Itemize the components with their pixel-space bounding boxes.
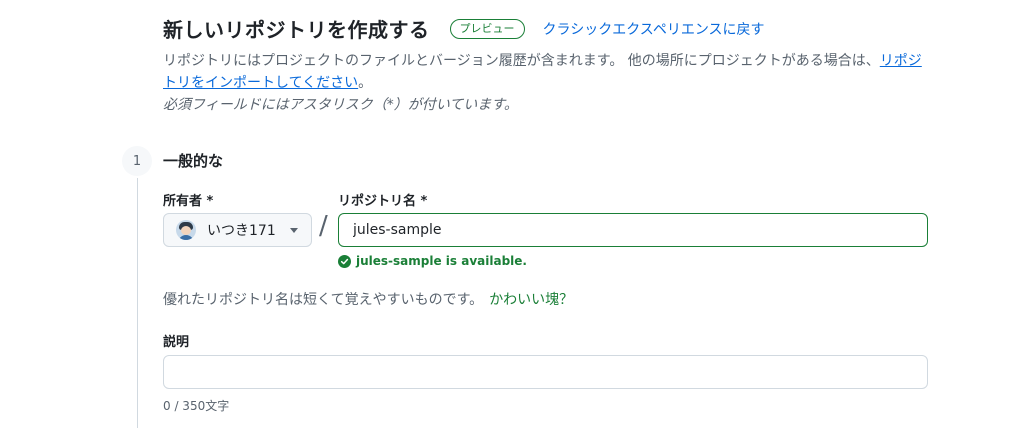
description-input[interactable]	[163, 355, 928, 389]
timeline-line	[137, 178, 138, 428]
owner-repo-separator: /	[319, 211, 328, 241]
required-fields-note: 必須フィールドにはアスタリスク（*）が付いています。	[163, 97, 518, 113]
avatar	[176, 220, 196, 240]
create-repository-page: 新しいリポジトリを作成する プレビュー クラシックエクスペリエンスに戻す リポジ…	[0, 0, 1024, 428]
intro-text-before: リポジトリにはプロジェクトのファイルとバージョン履歴が含まれます。 他の場所にプ…	[163, 53, 880, 69]
section-title: 一般的な	[163, 152, 224, 170]
hint-text: 優れたリポジトリ名は短くて覚えやすいものです。	[163, 292, 484, 308]
title-row: 新しいリポジトリを作成する プレビュー クラシックエクスペリエンスに戻す	[163, 14, 765, 43]
page-title: 新しいリポジトリを作成する	[163, 18, 430, 42]
repo-name-label: リポジトリ名 *	[338, 194, 428, 209]
caret-down-icon	[289, 227, 298, 233]
intro-text: リポジトリにはプロジェクトのファイルとバージョン履歴が含まれます。 他の場所にプ…	[163, 50, 923, 94]
owner-name: いつき171	[207, 223, 276, 239]
classic-experience-link[interactable]: クラシックエクスペリエンスに戻す	[543, 19, 765, 39]
availability-message: jules-sample is available.	[338, 254, 527, 268]
repo-name-hint: 優れたリポジトリ名は短くて覚えやすいものです。 かわいい塊？	[163, 289, 573, 309]
intro-text-after: 。	[358, 75, 373, 91]
preview-badge: プレビュー	[449, 18, 525, 39]
check-circle-icon	[338, 254, 351, 268]
repo-name-input[interactable]	[338, 213, 928, 247]
availability-text: jules-sample is available.	[356, 254, 527, 268]
description-char-count: 0 / 350文字	[163, 399, 230, 413]
step-number: 1	[122, 146, 152, 176]
name-suggestion[interactable]: かわいい塊？	[489, 292, 573, 308]
owner-label: 所有者 *	[163, 194, 214, 209]
description-label: 説明	[163, 335, 190, 350]
owner-dropdown[interactable]: いつき171	[163, 213, 312, 247]
